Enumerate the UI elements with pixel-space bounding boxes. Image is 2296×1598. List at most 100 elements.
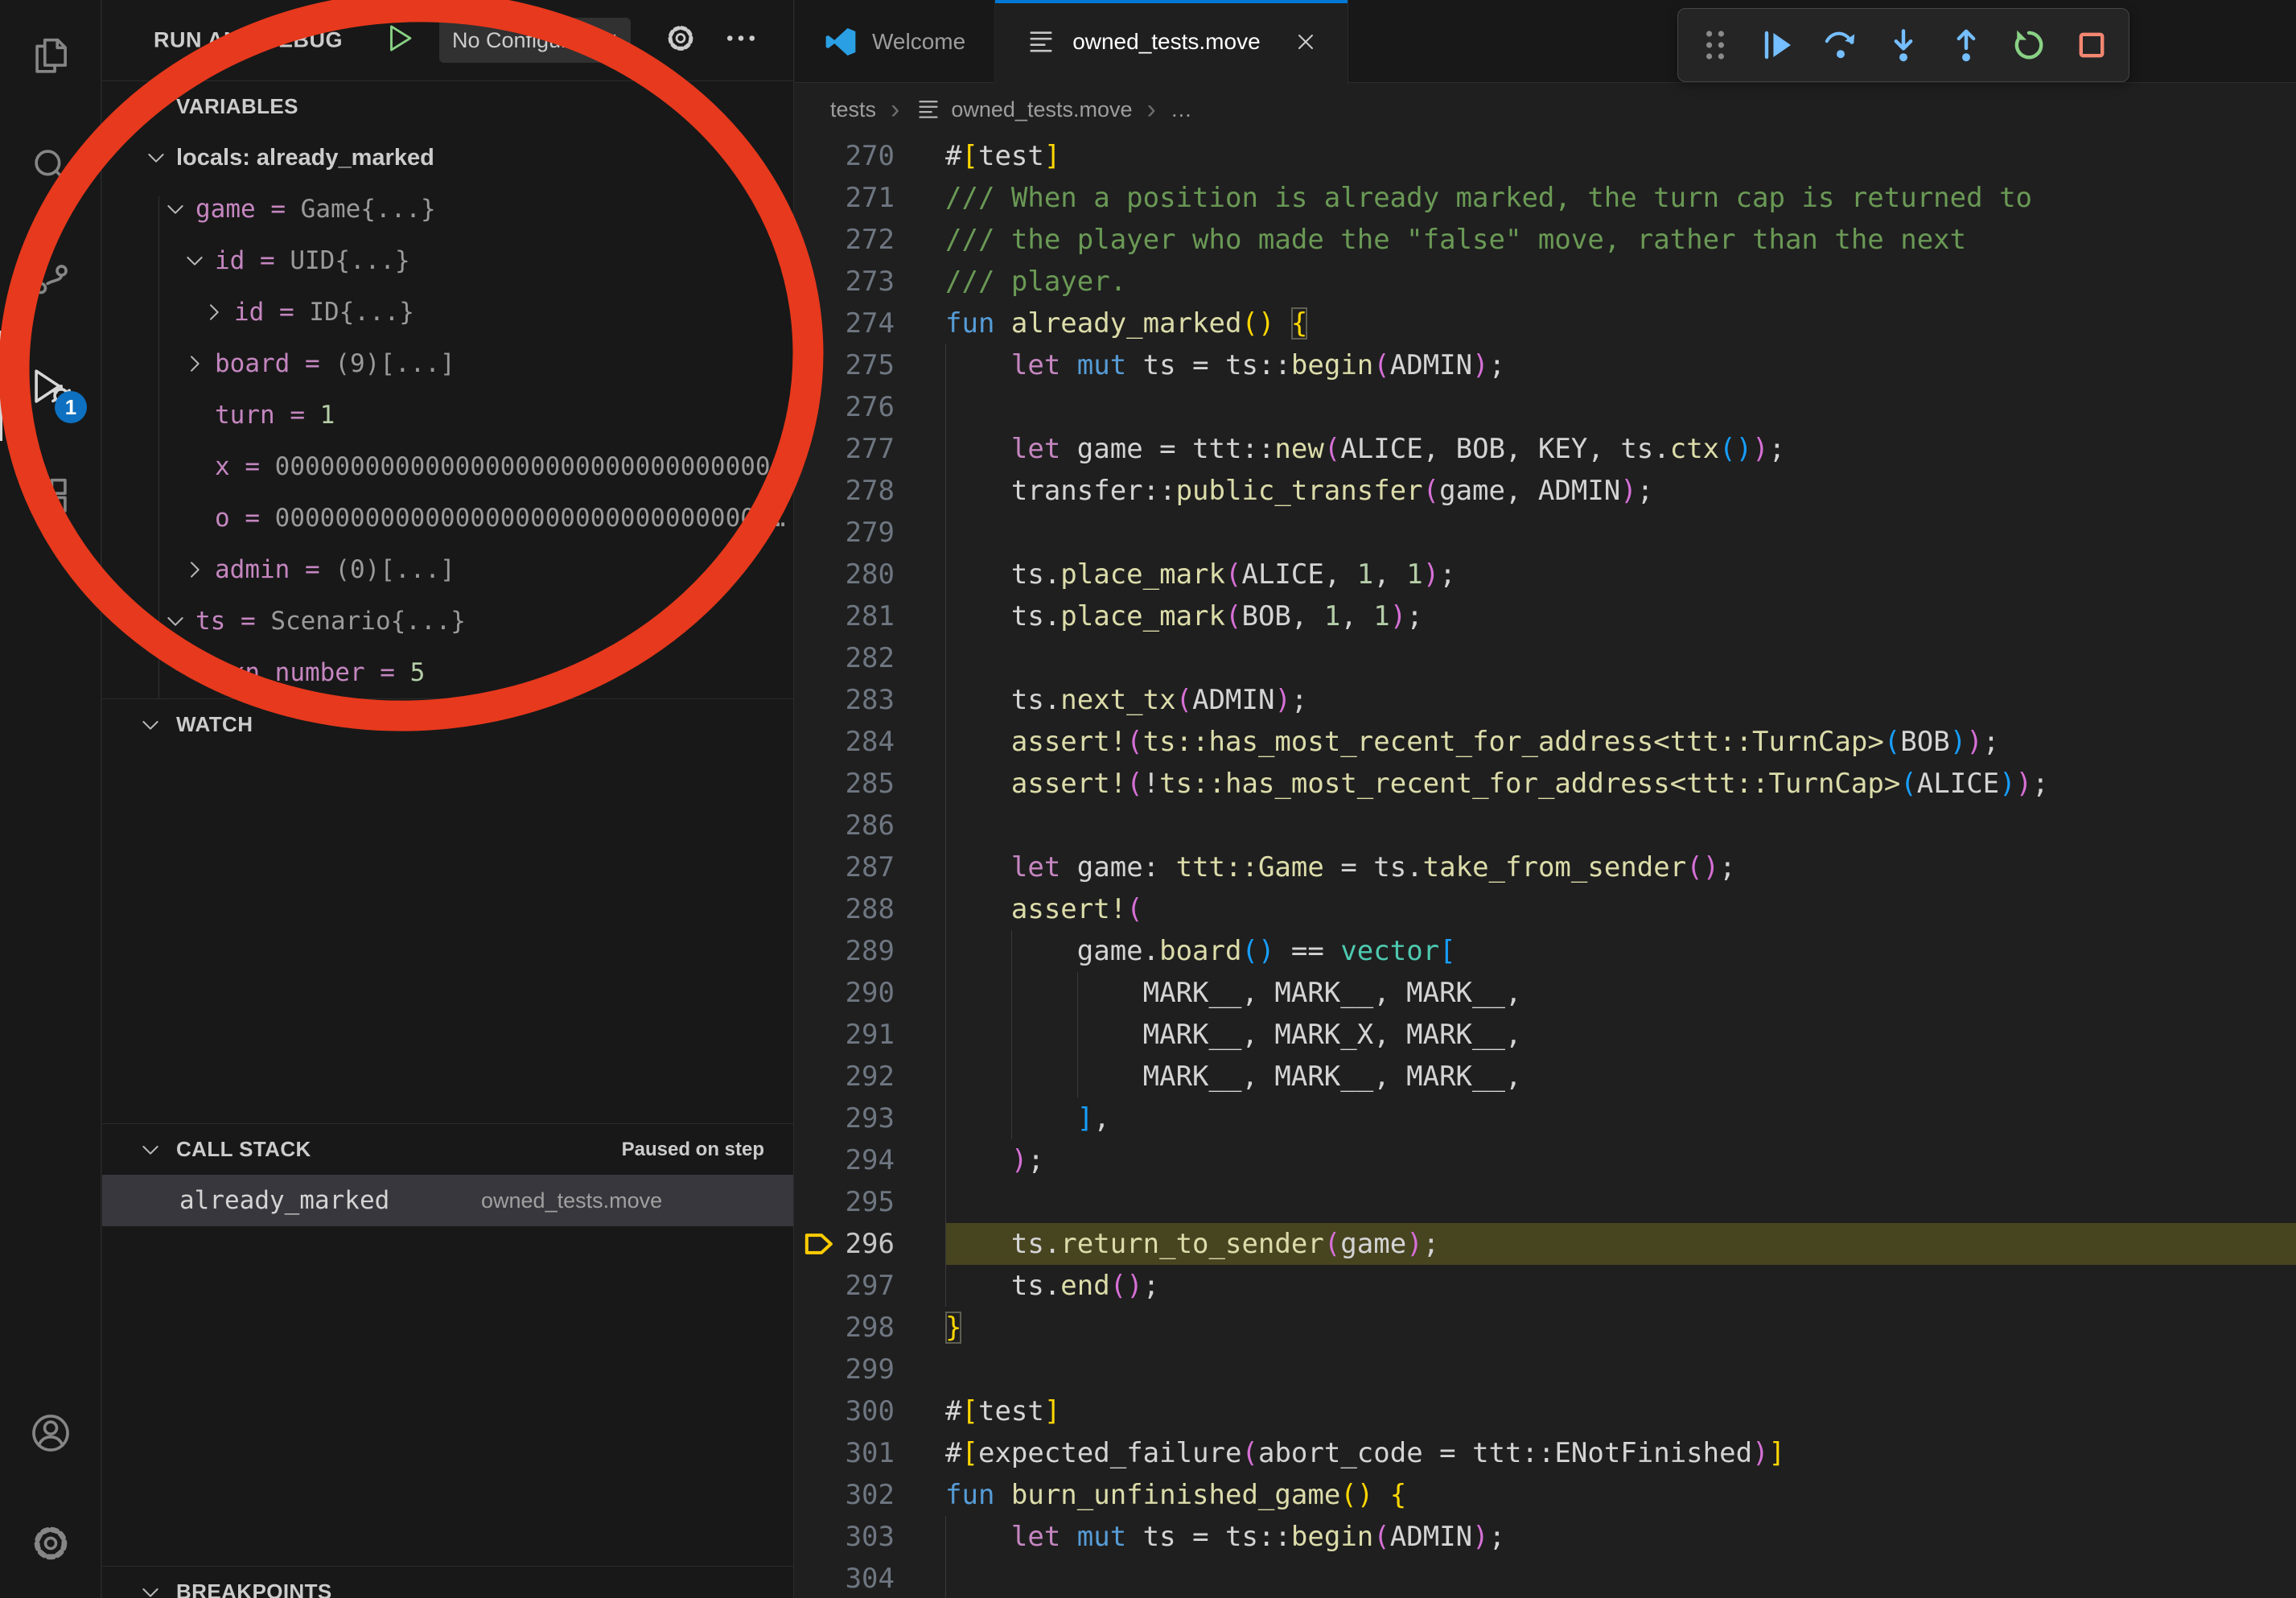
code-line[interactable]: 273/// player. <box>795 261 2296 303</box>
stop-icon[interactable] <box>2072 26 2111 64</box>
code-line[interactable]: 293 ], <box>795 1098 2296 1139</box>
settings-gear-icon[interactable] <box>0 1488 101 1598</box>
gutter[interactable]: 295 <box>795 1181 945 1223</box>
code-line[interactable]: 288 assert!( <box>795 888 2296 930</box>
debug-config-dropdown[interactable]: No Configur… <box>439 18 631 63</box>
code-line[interactable]: 274fun already_marked() { <box>795 303 2296 344</box>
chevron-right-icon[interactable] <box>201 299 227 325</box>
current-execution-line[interactable]: 296 ts.return_to_sender(game); <box>795 1223 2296 1265</box>
gutter[interactable]: 284 <box>795 721 945 763</box>
code-line[interactable]: 284 assert!(ts::has_most_recent_for_addr… <box>795 721 2296 763</box>
chevron-right-icon[interactable] <box>182 557 208 583</box>
call-stack-section-header[interactable]: CALL STACK Paused on step <box>102 1123 793 1175</box>
call-stack-frame[interactable]: already_marked owned_tests.move <box>102 1175 793 1226</box>
gutter[interactable]: 288 <box>795 888 945 930</box>
gutter[interactable]: 281 <box>795 595 945 637</box>
breakpoints-section-header[interactable]: BREAKPOINTS <box>102 1566 793 1598</box>
code-line[interactable]: 270#[test] <box>795 135 2296 177</box>
gutter[interactable]: 290 <box>795 972 945 1014</box>
watch-section-header[interactable]: WATCH <box>102 698 793 750</box>
code-line[interactable]: 300#[test] <box>795 1390 2296 1432</box>
variable-row[interactable]: turn = 1 <box>102 389 793 441</box>
variable-row[interactable]: o = 000000000000000000000000000000000… <box>102 492 793 544</box>
code-line[interactable]: 290 MARK__, MARK__, MARK__, <box>795 972 2296 1014</box>
search-icon[interactable] <box>0 110 101 220</box>
explorer-icon[interactable] <box>0 0 101 110</box>
gutter[interactable]: 277 <box>795 428 945 470</box>
gutter[interactable]: 298 <box>795 1307 945 1349</box>
breadcrumb-item[interactable]: owned_tests.move <box>914 95 1132 124</box>
breadcrumb-item[interactable]: … <box>1171 97 1192 122</box>
variable-row[interactable]: admin = (0)[...] <box>102 544 793 595</box>
code-line[interactable]: 303 let mut ts = ts::begin(ADMIN); <box>795 1516 2296 1558</box>
source-control-icon[interactable] <box>0 220 101 331</box>
gutter[interactable]: 301 <box>795 1432 945 1474</box>
debug-settings-gear-icon[interactable] <box>663 21 698 60</box>
code-line[interactable]: 282 <box>795 637 2296 679</box>
gutter[interactable]: 278 <box>795 470 945 512</box>
drag-handle-icon[interactable] <box>1696 26 1734 64</box>
run-debug-icon[interactable]: 1 <box>0 331 101 441</box>
start-debugging-button[interactable] <box>382 20 419 61</box>
code-line[interactable]: 291 MARK__, MARK_X, MARK__, <box>795 1014 2296 1056</box>
extensions-icon[interactable] <box>0 441 101 551</box>
code-editor[interactable]: 270#[test]271/// When a position is alre… <box>795 135 2296 1598</box>
gutter[interactable]: 293 <box>795 1098 945 1139</box>
chevron-down-icon[interactable] <box>163 196 188 222</box>
code-line[interactable]: 298} <box>795 1307 2296 1349</box>
variable-row[interactable]: x = 000000000000000000000000000000000… <box>102 441 793 492</box>
code-line[interactable]: 281 ts.place_mark(BOB, 1, 1); <box>795 595 2296 637</box>
step-into-icon[interactable] <box>1884 26 1923 64</box>
variable-row[interactable]: game = Game{...} <box>102 183 793 235</box>
code-line[interactable]: 280 ts.place_mark(ALICE, 1, 1); <box>795 554 2296 595</box>
gutter[interactable]: 292 <box>795 1056 945 1098</box>
gutter[interactable]: 283 <box>795 679 945 721</box>
tab-welcome[interactable]: Welcome <box>795 0 995 83</box>
breadcrumb-item[interactable]: tests <box>830 97 876 122</box>
continue-icon[interactable] <box>1759 26 1797 64</box>
step-over-icon[interactable] <box>1821 26 1860 64</box>
gutter[interactable]: 286 <box>795 805 945 846</box>
account-icon[interactable] <box>0 1378 101 1488</box>
gutter[interactable]: 299 <box>795 1349 945 1390</box>
code-line[interactable]: 297 ts.end(); <box>795 1265 2296 1307</box>
restart-icon[interactable] <box>2010 26 2048 64</box>
variable-row[interactable]: id = UID{...} <box>102 235 793 286</box>
gutter[interactable]: 274 <box>795 303 945 344</box>
gutter[interactable]: 279 <box>795 512 945 554</box>
gutter[interactable]: 300 <box>795 1390 945 1432</box>
gutter[interactable]: 303 <box>795 1516 945 1558</box>
gutter[interactable]: 302 <box>795 1474 945 1516</box>
tab-owned-tests-move[interactable]: owned_tests.move <box>995 0 1348 84</box>
gutter[interactable]: 294 <box>795 1139 945 1181</box>
variable-row[interactable]: id = ID{...} <box>102 286 793 338</box>
close-icon[interactable] <box>1293 29 1319 55</box>
gutter[interactable]: 275 <box>795 344 945 386</box>
gutter[interactable]: 304 <box>795 1558 945 1598</box>
step-out-icon[interactable] <box>1947 26 1985 64</box>
code-line[interactable]: 285 assert!(!ts::has_most_recent_for_add… <box>795 763 2296 805</box>
code-line[interactable]: 277 let game = ttt::new(ALICE, BOB, KEY,… <box>795 428 2296 470</box>
code-line[interactable]: 302fun burn_unfinished_game() { <box>795 1474 2296 1516</box>
code-line[interactable]: 299 <box>795 1349 2296 1390</box>
chevron-right-icon[interactable] <box>182 351 208 377</box>
code-line[interactable]: 292 MARK__, MARK__, MARK__, <box>795 1056 2296 1098</box>
chevron-down-icon[interactable] <box>163 608 188 634</box>
code-line[interactable]: 278 transfer::public_transfer(game, ADMI… <box>795 470 2296 512</box>
code-line[interactable]: 275 let mut ts = ts::begin(ADMIN); <box>795 344 2296 386</box>
variable-row[interactable]: locals: already_marked <box>102 132 793 183</box>
gutter[interactable]: 271 <box>795 177 945 219</box>
gutter[interactable]: 291 <box>795 1014 945 1056</box>
variable-row[interactable]: ts = Scenario{...} <box>102 595 793 647</box>
code-line[interactable]: 289 game.board() == vector[ <box>795 930 2296 972</box>
code-line[interactable]: 286 <box>795 805 2296 846</box>
gutter[interactable]: 296 <box>795 1223 945 1265</box>
code-line[interactable]: 304 <box>795 1558 2296 1598</box>
gutter[interactable]: 273 <box>795 261 945 303</box>
code-line[interactable]: 272/// the player who made the "false" m… <box>795 219 2296 261</box>
code-line[interactable]: 276 <box>795 386 2296 428</box>
gutter[interactable]: 270 <box>795 135 945 177</box>
code-line[interactable]: 271/// When a position is already marked… <box>795 177 2296 219</box>
gutter[interactable]: 282 <box>795 637 945 679</box>
gutter[interactable]: 272 <box>795 219 945 261</box>
